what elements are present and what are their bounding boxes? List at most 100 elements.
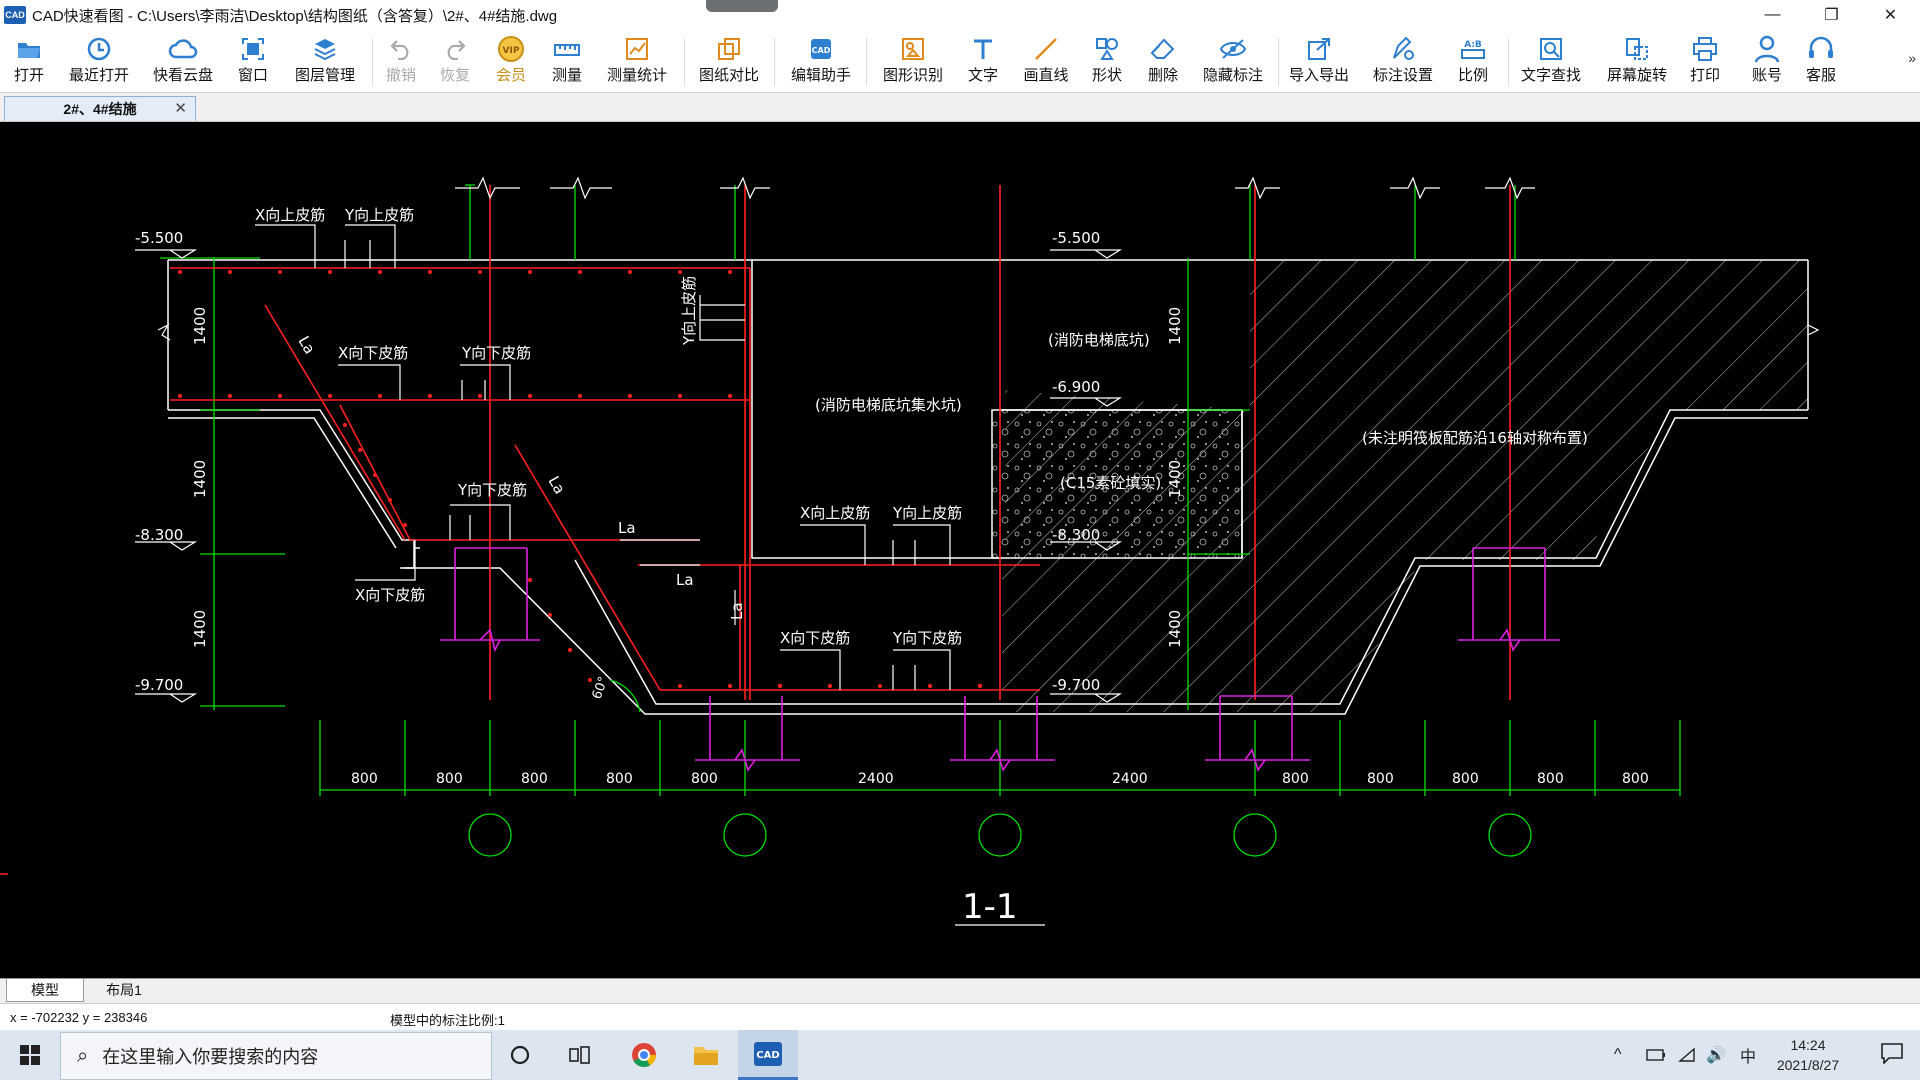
toolbar-cloud-button[interactable]: 快看云盘 [148,30,218,92]
notification-icon[interactable] [1880,1042,1906,1066]
cortana-icon[interactable] [490,1030,550,1080]
rotate-screen-icon [1622,34,1652,64]
measure-stats-icon [622,34,652,64]
toolbar-vip-label: 会员 [495,67,526,84]
title-grip-handle[interactable] [706,0,778,12]
vip-icon: VIP [496,34,526,64]
tab-layout1[interactable]: 布局1 [86,979,162,1001]
la-label: La [295,333,319,357]
title-bar: CAD CAD快速看图 - C:\Users\李雨洁\Desktop\结构图纸（… [0,0,1920,30]
user-icon [1752,34,1782,64]
cad-drawing: -5.500 -5.500 -6.900 -8.300 -8.300 -9.70… [0,176,1820,927]
toolbar-import-export-label: 导入导出 [1288,67,1349,84]
toolbar-shape-recognize-button[interactable]: 图形识别 [878,30,948,92]
toolbar-rotate-screen-button[interactable]: 屏幕旋转 [1602,30,1672,92]
minimize-button[interactable]: — [1743,0,1802,30]
task-view-icon[interactable] [550,1030,610,1080]
status-bar: x = -702232 y = 238346 模型中的标注比例:1 [0,1003,1920,1031]
dimension-label: 2400 [1112,771,1148,787]
toolbar-window-button[interactable]: 窗口 [232,30,274,92]
dimension-label-vertical: 1400 [191,610,209,648]
toolbar-print-button[interactable]: 打印 [1684,30,1726,92]
la-label: La [676,571,694,589]
toolbar-line-button[interactable]: 画直线 [1018,30,1074,92]
import-export-icon [1304,34,1334,64]
toolbar-vip-button[interactable]: VIP 会员 [490,30,532,92]
dimension-label-vertical: 1400 [1166,307,1184,345]
toolbar-shape-recognize-label: 图形识别 [882,67,943,84]
dimension-label-vertical: 1400 [1166,460,1184,498]
shapes-icon [1092,34,1122,64]
toolbar-more-button[interactable]: » [1908,50,1916,66]
taskbar-clock[interactable]: 14:24 2021/8/27 [1768,1035,1848,1075]
rebar-label-y-bottom: Y向下皮筋 [892,629,962,647]
toolbar-shapes-button[interactable]: 形状 [1086,30,1128,92]
file-explorer-icon[interactable] [676,1030,736,1080]
drawing-canvas[interactable]: -5.500 -5.500 -6.900 -8.300 -8.300 -9.70… [0,122,1920,978]
toolbar-recent-button[interactable]: 最近打开 [62,30,136,92]
toolbar-delete-button[interactable]: 删除 [1142,30,1184,92]
window-title: CAD快速看图 - C:\Users\李雨洁\Desktop\结构图纸（含答复）… [32,7,558,25]
close-button[interactable]: ✕ [1861,0,1920,30]
cloud-icon [168,34,198,64]
toolbar-undo-label: 撤销 [385,67,416,84]
toolbar-redo-button[interactable]: 恢复 [434,30,476,92]
battery-icon[interactable] [1646,1030,1666,1080]
layers-icon [310,34,340,64]
start-button[interactable] [0,1030,60,1080]
toolbar-text-button[interactable]: 文字 [962,30,1004,92]
level-label: -5.500 [1052,229,1100,247]
toolbar-open-button[interactable]: 打开 [8,30,50,92]
ruler-icon [552,34,582,64]
tray-chevron-icon[interactable]: ^ [1614,1030,1622,1080]
dimension-label: 800 [351,771,378,787]
chrome-icon[interactable] [614,1030,674,1080]
rebar-label-y-bottom: Y向下皮筋 [457,481,527,499]
toolbar-edit-assistant-label: 编辑助手 [790,67,851,84]
document-tab[interactable]: 2#、4#结施 ✕ [4,96,196,121]
taskbar-search-input[interactable]: ⌕ 在这里输入你要搜索的内容 [60,1032,492,1080]
level-label: -5.500 [135,229,183,247]
toolbar-line-label: 画直线 [1023,67,1069,84]
toolbar-measure-stats-button[interactable]: 测量统计 [602,30,672,92]
annotation-settings-icon [1388,34,1418,64]
volume-icon[interactable]: 🔊 [1706,1030,1726,1080]
toolbar-compare-button[interactable]: 图纸对比 [694,30,764,92]
dimension-label: 800 [1452,771,1479,787]
edit-assistant-icon: CAD [806,34,836,64]
toolbar-layers-label: 图层管理 [294,67,355,84]
toolbar-account-button[interactable]: 账号 [1746,30,1788,92]
toolbar-text-search-button[interactable]: 文字查找 [1516,30,1586,92]
redo-icon [440,34,470,64]
toolbar-annotation-settings-button[interactable]: 标注设置 [1368,30,1438,92]
rebar-label-x-bottom: X向下皮筋 [780,629,850,647]
level-label: -8.300 [135,526,183,544]
toolbar-hide-annotation-label: 隐藏标注 [1202,67,1263,84]
dimension-label: 800 [521,771,548,787]
dimension-label: 800 [691,771,718,787]
toolbar-service-button[interactable]: 客服 [1800,30,1842,92]
ime-indicator[interactable]: 中 [1740,1030,1756,1080]
dimension-label: 800 [1282,771,1309,787]
close-tab-icon[interactable]: ✕ [174,99,187,117]
dimension-label-vertical: 1400 [191,460,209,498]
toolbar-hide-annotation-button[interactable]: 隐藏标注 [1198,30,1268,92]
restore-button[interactable]: ❐ [1802,0,1861,30]
network-icon[interactable] [1678,1030,1698,1080]
text-icon [968,34,998,64]
layout-tab-bar: 模型 布局1 [0,978,1920,1003]
level-label: -6.900 [1052,378,1100,396]
toolbar-import-export-button[interactable]: 导入导出 [1284,30,1354,92]
cad-viewer-taskbar-icon[interactable]: CAD [738,1030,798,1080]
toolbar-measure-button[interactable]: 测量 [546,30,588,92]
toolbar-undo-button[interactable]: 撤销 [380,30,422,92]
toolbar-edit-assistant-button[interactable]: CAD 编辑助手 [786,30,856,92]
toolbar-text-label: 文字 [967,67,998,84]
coordinate-readout: x = -702232 y = 238346 [10,1010,148,1025]
toolbar-scale-button[interactable]: A:B 比例 [1452,30,1494,92]
tab-model[interactable]: 模型 [6,979,84,1002]
la-label: La [545,473,569,497]
toolbar-layers-button[interactable]: 图层管理 [290,30,360,92]
svg-text:A:B: A:B [1464,40,1482,50]
note-concrete: (C15素砼填实) [1060,474,1161,492]
